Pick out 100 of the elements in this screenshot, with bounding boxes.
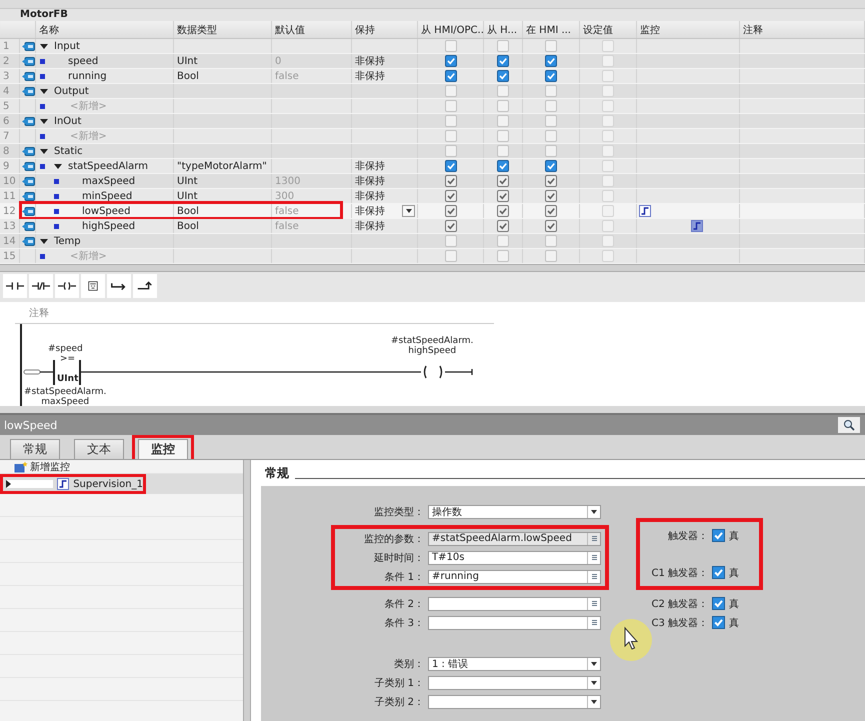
supervision-icon[interactable] xyxy=(639,205,651,217)
variable-name: statSpeedAlarm xyxy=(68,160,148,172)
normally-open-contact-icon[interactable] xyxy=(3,274,27,298)
checkbox[interactable] xyxy=(444,145,456,157)
checkbox[interactable] xyxy=(545,40,557,52)
checkbox[interactable] xyxy=(497,85,509,97)
checkbox[interactable] xyxy=(497,175,509,187)
checkbox[interactable] xyxy=(497,160,509,172)
column-header[interactable]: 从 HMI/OPC.. xyxy=(421,22,484,36)
properties-button[interactable] xyxy=(838,417,860,433)
supervision-item[interactable]: Supervision_1 xyxy=(0,474,243,494)
column-header[interactable]: 从 H... xyxy=(487,22,518,36)
checkbox[interactable] xyxy=(545,190,557,202)
checkbox[interactable] xyxy=(497,190,509,202)
checkbox[interactable] xyxy=(497,220,509,232)
checkbox[interactable] xyxy=(444,250,456,262)
checkbox[interactable] xyxy=(497,70,509,82)
checkbox[interactable] xyxy=(545,55,557,67)
row-number: 6 xyxy=(3,116,10,126)
input-field[interactable]: #running xyxy=(428,570,601,584)
default-value: false xyxy=(275,220,299,232)
tab[interactable]: 监控 xyxy=(138,439,188,459)
checkbox[interactable] xyxy=(444,175,456,187)
operand-label[interactable]: #speed xyxy=(48,344,83,354)
expand-arrow-icon[interactable] xyxy=(40,44,48,48)
operand-label[interactable]: #statSpeedAlarm. maxSpeed xyxy=(24,387,106,406)
expand-arrow-icon[interactable] xyxy=(54,164,62,168)
checkbox[interactable] xyxy=(497,115,509,127)
expand-arrow-icon[interactable] xyxy=(40,118,48,124)
tab[interactable]: 常规 xyxy=(10,439,60,459)
variable-name: Output xyxy=(54,86,89,96)
checkbox[interactable] xyxy=(444,115,456,127)
expand-arrow-icon[interactable] xyxy=(40,148,48,154)
checkbox[interactable] xyxy=(444,55,456,67)
dropdown[interactable] xyxy=(428,694,601,708)
column-header[interactable]: 保持 xyxy=(355,22,375,36)
coil-icon[interactable] xyxy=(55,274,79,298)
close-branch-icon[interactable] xyxy=(133,274,157,298)
checkbox[interactable] xyxy=(545,70,557,82)
dropdown[interactable]: 1 : 错误 xyxy=(428,656,601,670)
checkbox[interactable] xyxy=(444,160,456,172)
checkbox[interactable] xyxy=(545,205,557,217)
checkbox[interactable] xyxy=(444,190,456,202)
column-header[interactable]: 默认值 xyxy=(275,22,305,36)
checkbox[interactable] xyxy=(444,235,456,247)
input-field[interactable]: #statSpeedAlarm.lowSpeed xyxy=(428,532,601,546)
column-header[interactable]: 监控 xyxy=(640,22,660,36)
checkbox[interactable] xyxy=(444,220,456,232)
checkbox[interactable] xyxy=(444,100,456,112)
field-label: C2 触发器： xyxy=(650,598,709,610)
checkbox[interactable] xyxy=(545,85,557,97)
checkbox[interactable] xyxy=(545,175,557,187)
checkbox[interactable] xyxy=(712,566,725,579)
checkbox[interactable] xyxy=(497,100,509,112)
checkbox[interactable] xyxy=(497,235,509,247)
expand-arrow-icon[interactable] xyxy=(40,238,48,244)
checkbox[interactable] xyxy=(497,55,509,67)
column-header[interactable]: 数据类型 xyxy=(177,22,217,36)
checkbox[interactable] xyxy=(497,40,509,52)
splitter-handle[interactable] xyxy=(243,460,251,721)
checkbox[interactable] xyxy=(444,130,456,142)
checkbox[interactable] xyxy=(444,205,456,217)
checkbox[interactable] xyxy=(545,115,557,127)
checkbox[interactable] xyxy=(712,529,725,542)
normally-closed-contact-icon[interactable] xyxy=(29,274,53,298)
checkbox[interactable] xyxy=(545,250,557,262)
dropdown[interactable] xyxy=(428,676,601,690)
network-comment[interactable]: 注释 xyxy=(29,308,49,319)
column-header[interactable]: 名称 xyxy=(39,22,59,36)
checkbox[interactable] xyxy=(712,616,725,629)
compare-type[interactable]: UInt xyxy=(57,374,78,384)
expand-arrow-icon[interactable] xyxy=(40,88,48,94)
dropdown-button[interactable] xyxy=(402,205,415,217)
add-supervision-link[interactable]: 新增监控 xyxy=(30,460,70,474)
checkbox[interactable] xyxy=(545,160,557,172)
checkbox[interactable] xyxy=(545,130,557,142)
checkbox[interactable] xyxy=(545,145,557,157)
empty-box-icon[interactable] xyxy=(81,274,105,298)
column-header[interactable]: 注释 xyxy=(743,22,763,36)
checkbox[interactable] xyxy=(444,40,456,52)
checkbox[interactable] xyxy=(545,100,557,112)
input-field[interactable] xyxy=(428,596,601,610)
column-header[interactable]: 在 HMI ... xyxy=(526,22,571,36)
column-header[interactable]: 设定值 xyxy=(583,22,613,36)
scrollbar[interactable] xyxy=(0,264,865,272)
open-branch-icon[interactable] xyxy=(107,274,131,298)
checkbox[interactable] xyxy=(497,205,509,217)
checkbox[interactable] xyxy=(444,70,456,82)
operand-label[interactable]: #statSpeedAlarm. highSpeed xyxy=(391,336,474,356)
checkbox[interactable] xyxy=(545,235,557,247)
checkbox[interactable] xyxy=(497,145,509,157)
checkbox[interactable] xyxy=(497,130,509,142)
checkbox[interactable] xyxy=(497,250,509,262)
checkbox[interactable] xyxy=(712,597,725,610)
tab[interactable]: 文本 xyxy=(74,439,124,459)
input-field[interactable] xyxy=(428,616,601,630)
checkbox[interactable] xyxy=(545,220,557,232)
checkbox[interactable] xyxy=(444,85,456,97)
input-field[interactable]: T#10s xyxy=(428,550,601,564)
dropdown[interactable]: 操作数 xyxy=(428,504,601,518)
